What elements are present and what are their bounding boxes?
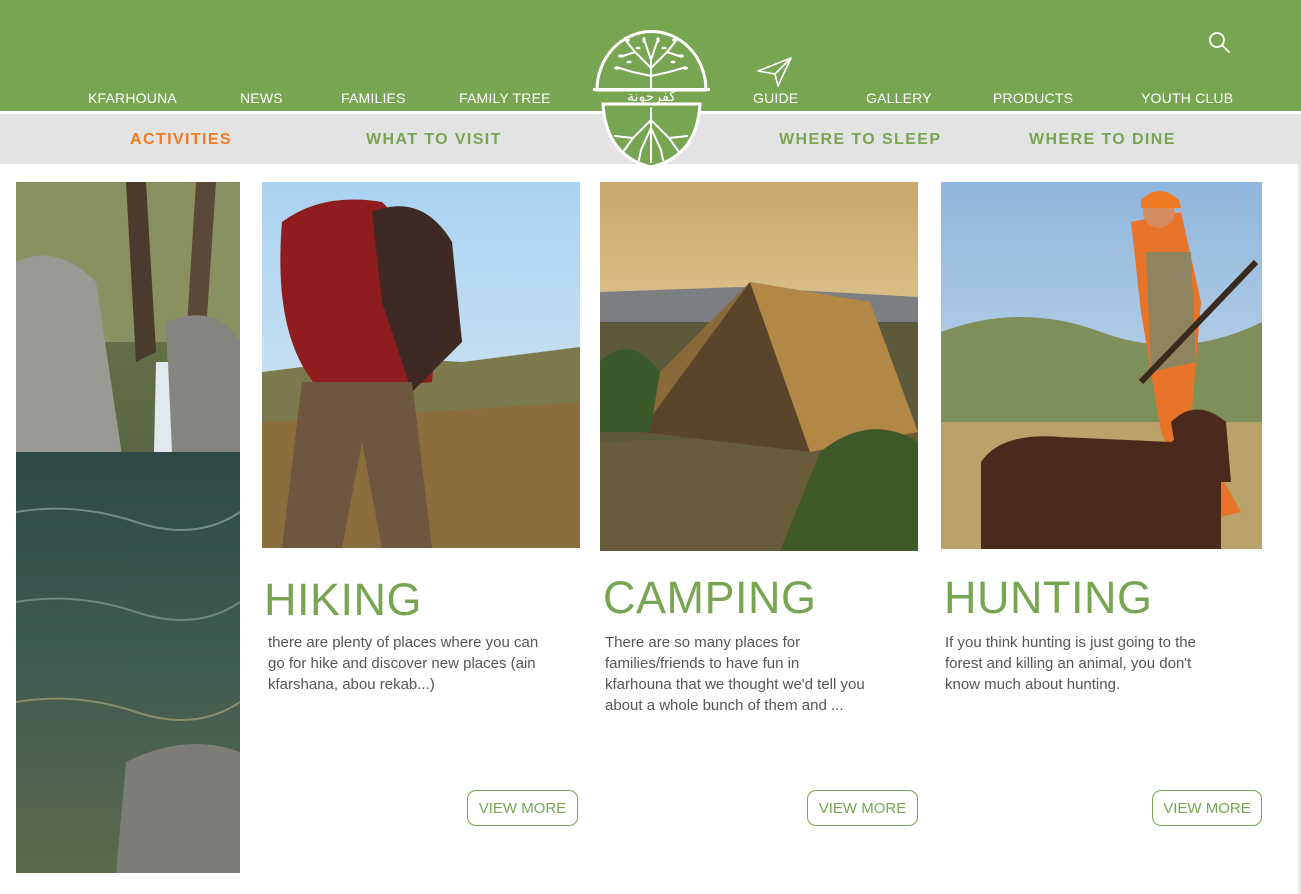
logo-arabic-text: كفرحونة	[627, 89, 676, 105]
nav-item-families[interactable]: FAMILIES	[341, 90, 406, 106]
subnav-where-to-dine[interactable]: WHERE TO DINE	[1029, 131, 1176, 149]
paper-plane-icon[interactable]	[756, 56, 794, 88]
nav-item-kfarhouna[interactable]: KFARHOUNA	[88, 90, 177, 106]
subnav-activities[interactable]: ACTIVITIES	[130, 131, 232, 149]
card-title-hiking: HIKING	[264, 574, 423, 625]
hiking-photo	[262, 182, 580, 548]
nav-item-guide[interactable]: GUIDE	[753, 90, 798, 106]
kfarhouna-logo[interactable]: كفرحونة	[593, 28, 710, 168]
nav-item-news[interactable]: NEWS	[240, 90, 283, 106]
waterfall-photo	[16, 182, 240, 873]
nav-item-gallery[interactable]: GALLERY	[866, 90, 932, 106]
search-icon[interactable]	[1207, 30, 1231, 54]
view-more-button-hunting[interactable]: VIEW MORE	[1152, 790, 1262, 826]
view-more-button-hiking[interactable]: VIEW MORE	[467, 790, 578, 826]
subnav-where-to-sleep[interactable]: WHERE TO SLEEP	[779, 131, 941, 149]
nav-item-products[interactable]: PRODUCTS	[993, 90, 1073, 106]
card-text-camping: There are so many places for families/fr…	[605, 634, 865, 714]
card-text-hunting: If you think hunting is just going to th…	[945, 634, 1196, 693]
subnav-what-to-visit[interactable]: WHAT TO VISIT	[366, 131, 502, 149]
view-more-button-camping[interactable]: VIEW MORE	[807, 790, 918, 826]
nav-item-family-tree[interactable]: FAMILY TREE	[459, 90, 551, 106]
hunting-photo	[941, 182, 1262, 549]
card-title-hunting: HUNTING	[944, 572, 1153, 623]
nav-item-youth-club[interactable]: YOUTH CLUB	[1141, 90, 1233, 106]
card-title-camping: CAMPING	[603, 572, 817, 623]
card-text-hiking: there are plenty of places where you can…	[268, 634, 539, 693]
camping-photo	[600, 182, 918, 551]
